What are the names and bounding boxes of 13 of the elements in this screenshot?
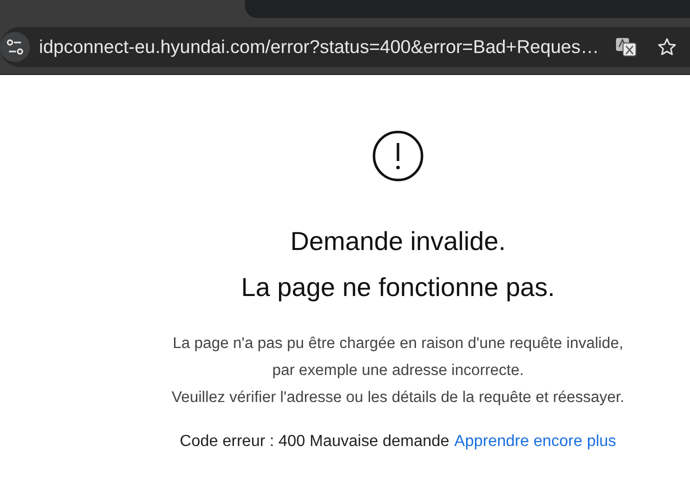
bookmark-star-icon[interactable] [656,37,677,57]
error-code: Code erreur : 400 Mauvaise demande [180,433,450,451]
learn-more-link[interactable]: Apprendre encore plus [454,433,616,451]
url-text: idpconnect-eu.hyundai.com/error?status=400&error=Bad+Reques… [39,36,599,58]
error-message: par exemple une adresse incorrecte. [272,361,524,381]
alert-icon [372,130,424,182]
address-bar[interactable]: idpconnect-eu.hyundai.com/error?status=400&error=Bad+Reques… [0,27,690,67]
error-message: La page n'a pas pu être chargée en raison d'une requête invalide, [172,334,624,354]
site-settings-icon[interactable] [0,32,30,62]
translate-icon[interactable] [614,37,637,57]
error-title: La page ne fonctionne pas. [241,271,555,304]
error-title: Demande invalide. [290,225,506,258]
error-message: Veuillez vérifier l'adresse ou les détails de la requête et réessayer. [172,388,624,408]
